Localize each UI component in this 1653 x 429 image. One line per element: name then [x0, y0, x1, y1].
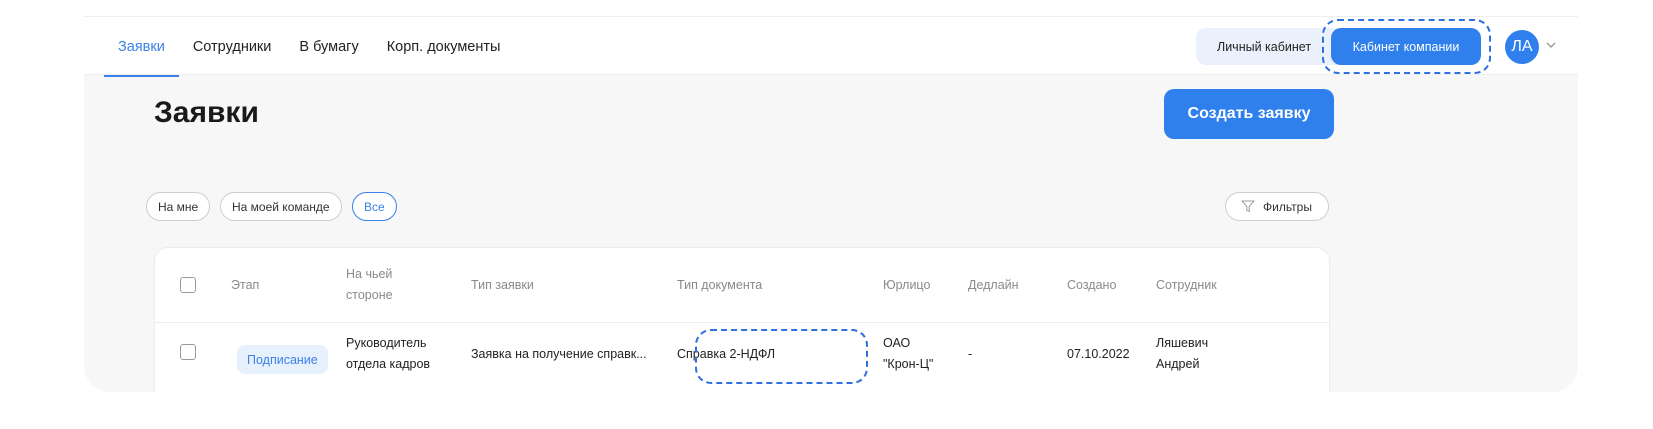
requests-table: Этап На чьей стороне Тип заявки Тип доку…	[154, 247, 1330, 392]
select-all-checkbox[interactable]	[180, 277, 196, 293]
cell-employee: Ляшевич Андрей	[1156, 333, 1208, 375]
column-header-doc-type[interactable]: Тип документа	[677, 275, 762, 296]
funnel-icon	[1241, 200, 1255, 213]
column-header-entity[interactable]: Юрлицо	[883, 275, 930, 296]
cell-employee-line1: Ляшевич	[1156, 336, 1209, 350]
column-header-stage[interactable]: Этап	[231, 275, 259, 296]
chevron-down-icon[interactable]	[1545, 39, 1557, 51]
column-header-side-line2: стороне	[346, 288, 393, 302]
cell-entity-line2: "Крон-Ц"	[883, 357, 934, 371]
page-title: Заявки	[154, 96, 259, 129]
main-nav: Заявки Сотрудники В бумагу Корп. докумен…	[104, 17, 515, 77]
cell-entity-line1: ОАО	[883, 336, 911, 350]
row-checkbox[interactable]	[180, 344, 196, 360]
column-header-created[interactable]: Создано	[1067, 275, 1116, 296]
filter-chip-on-me[interactable]: На мне	[146, 192, 211, 221]
cell-doc-type: Справка 2-НДФЛ	[677, 347, 776, 361]
nav-tab-employees[interactable]: Сотрудники	[179, 17, 286, 76]
nav-tab-corp-documents[interactable]: Корп. документы	[373, 17, 515, 76]
cell-created: 07.10.2022	[1067, 347, 1130, 361]
column-header-deadline[interactable]: Дедлайн	[968, 275, 1019, 296]
column-header-employee[interactable]: Сотрудник	[1156, 275, 1217, 296]
top-navigation-bar: Заявки Сотрудники В бумагу Корп. докумен…	[84, 16, 1578, 77]
filter-chip-all[interactable]: Все	[352, 192, 397, 221]
cell-deadline: -	[968, 347, 973, 361]
personal-cabinet-button[interactable]: Личный кабинет	[1196, 28, 1346, 65]
filters-button-label: Фильтры	[1263, 199, 1312, 214]
avatar[interactable]: ЛА	[1505, 30, 1539, 64]
column-header-request-type[interactable]: Тип заявки	[471, 275, 534, 296]
cell-entity: ОАО "Крон-Ц"	[883, 333, 933, 375]
column-header-side-line1: На чьей	[346, 267, 393, 281]
cell-side: Руководитель отдела кадров	[346, 333, 430, 375]
cell-side-line2: отдела кадров	[346, 357, 431, 371]
header-divider	[155, 322, 1329, 323]
stage-badge: Подписание	[237, 345, 328, 374]
nav-tab-requests[interactable]: Заявки	[104, 17, 179, 77]
cell-request-type: Заявка на получение справк...	[471, 347, 647, 361]
create-request-button[interactable]: Создать заявку	[1164, 89, 1334, 139]
company-cabinet-button[interactable]: Кабинет компании	[1331, 28, 1481, 65]
cell-side-line1: Руководитель	[346, 336, 427, 350]
column-header-side[interactable]: На чьей стороне	[346, 264, 393, 306]
nav-tab-to-paper[interactable]: В бумагу	[285, 17, 372, 76]
app-window: Заявки Сотрудники В бумагу Корп. докумен…	[84, 16, 1578, 392]
cell-employee-line2: Андрей	[1156, 357, 1200, 371]
filters-button[interactable]: Фильтры	[1225, 192, 1329, 221]
filter-chip-my-team[interactable]: На моей команде	[220, 192, 342, 221]
